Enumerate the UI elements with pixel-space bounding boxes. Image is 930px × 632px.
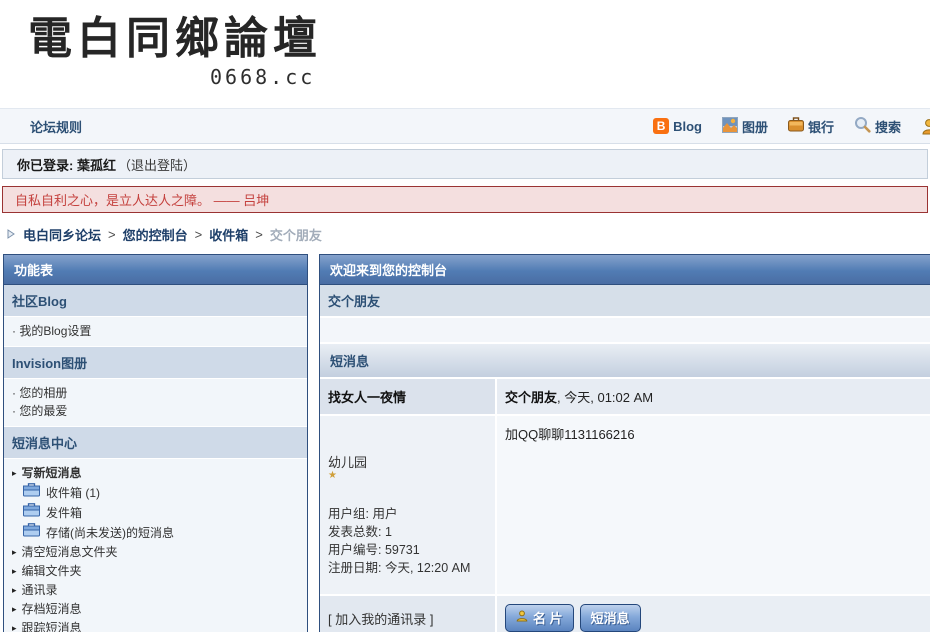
nav-search-label: 搜索 xyxy=(875,117,901,136)
action-buttons-cell: 名 片 短消息 xyxy=(497,596,930,632)
breadcrumb-inbox[interactable]: 收件箱 xyxy=(209,225,248,244)
sidebar-item-your-albums[interactable]: 您的相册 xyxy=(12,384,299,402)
nav-gallery-link[interactable]: 图册 xyxy=(722,117,768,136)
members-icon-partial[interactable] xyxy=(921,118,930,135)
sidebar-group-invision-gallery: 您的相册 您的最爱 xyxy=(4,379,307,426)
empty-row xyxy=(320,318,930,344)
rank-star-icon: ★ xyxy=(328,471,487,481)
add-contact-cell: [ 加入我的通讯录 ] xyxy=(320,596,497,632)
magnifier-icon xyxy=(854,116,871,136)
navbar-right-links: B Blog 图册 银行 搜索 xyxy=(653,116,930,136)
message-actions-row: [ 加入我的通讯录 ] 名 片 短消息 xyxy=(320,594,930,632)
sidebar-group-pm-center: 写新短消息 收件箱 (1) 发件箱 存储(尚未发送)的短消息 清空短消息文件夹 … xyxy=(4,459,307,632)
breadcrumb-forum-home[interactable]: 电白同乡论坛 xyxy=(23,225,101,244)
message-meta: 交个朋友, 今天, 01:02 AM xyxy=(497,379,930,414)
sender-registered: 注册日期: 今天, 12:20 AM xyxy=(328,559,487,577)
sidebar-item-compose-pm[interactable]: 写新短消息 xyxy=(12,464,299,483)
message-topic-bar: 交个朋友 xyxy=(320,285,930,318)
login-status-bar: 你已登录: 葉孤红 （退出登陆） xyxy=(2,149,928,179)
quote-text: 自私自利之心，是立人达人之障。 —— 吕坤 xyxy=(15,190,269,209)
content-area: 功能表 社区Blog 我的Blog设置 Invision图册 您的相册 您的最爱… xyxy=(3,254,930,632)
breadcrumb-separator: > xyxy=(108,227,116,242)
message-topic-link[interactable]: 交个朋友 xyxy=(505,390,557,405)
main-panel-title: 欢迎来到您的控制台 xyxy=(320,255,930,285)
gallery-icon xyxy=(722,117,738,136)
nav-bank-label: 银行 xyxy=(808,117,834,136)
sidebar-group-community-blog: 我的Blog设置 xyxy=(4,317,307,346)
nav-blog-link[interactable]: B Blog xyxy=(653,118,702,134)
site-domain: 0668.cc xyxy=(210,65,930,89)
sidebar-item-your-favorites[interactable]: 您的最爱 xyxy=(12,402,299,420)
person-icon xyxy=(516,610,528,625)
nav-blog-label: Blog xyxy=(673,119,702,134)
breadcrumb: 电白同乡论坛 > 您的控制台 > 收件箱 > 交个朋友 xyxy=(6,225,930,243)
message-date: , 今天, 01:02 AM xyxy=(557,390,653,405)
nav-bank-link[interactable]: 银行 xyxy=(788,117,834,136)
sidebar-item-saved-unsent[interactable]: 存储(尚未发送)的短消息 xyxy=(12,523,299,543)
sidebar-item-archived-pm[interactable]: 存档短消息 xyxy=(12,600,299,619)
sender-info-cell: 幼儿园 ★ 用户组: 用户 发表总数: 1 用户编号: 59731 注册日期: … xyxy=(320,416,497,594)
briefcase-icon xyxy=(788,117,804,135)
sender-posts: 发表总数: 1 xyxy=(328,523,487,541)
breadcrumb-separator: > xyxy=(255,227,263,242)
sidebar-item-tracked-pm[interactable]: 跟踪短消息 xyxy=(12,619,299,632)
nav-search-link[interactable]: 搜索 xyxy=(854,116,901,136)
sender-profile: 用户组: 用户 发表总数: 1 用户编号: 59731 注册日期: 今天, 12… xyxy=(328,505,487,577)
folder-icon xyxy=(23,503,40,523)
breadcrumb-current-page: 交个朋友 xyxy=(270,225,322,244)
site-header: 電白同鄉論壇 0668.cc xyxy=(0,0,930,108)
blogger-icon: B xyxy=(653,118,669,134)
sidebar-menu: 功能表 社区Blog 我的Blog设置 Invision图册 您的相册 您的最爱… xyxy=(3,254,308,632)
sidebar-section-community-blog: 社区Blog xyxy=(4,285,307,317)
top-navbar: 论坛规则 B Blog 图册 银行 搜 xyxy=(0,108,930,144)
sidebar-section-invision-gallery: Invision图册 xyxy=(4,346,307,379)
message-body-text: 加QQ聊聊1131166216 xyxy=(497,416,930,594)
logout-link[interactable]: （退出登陆） xyxy=(118,155,196,174)
forum-page: 電白同鄉論壇 0668.cc 论坛规则 B Blog 图册 银行 xyxy=(0,0,930,632)
sidebar-item-address-book[interactable]: 通讯录 xyxy=(12,581,299,600)
nav-gallery-label: 图册 xyxy=(742,117,768,136)
profile-card-button[interactable]: 名 片 xyxy=(505,604,574,632)
quote-banner: 自私自利之心，是立人达人之障。 —— 吕坤 xyxy=(2,186,928,213)
site-logo[interactable]: 電白同鄉論壇 0668.cc xyxy=(28,14,930,89)
sidebar-item-my-blog-settings[interactable]: 我的Blog设置 xyxy=(12,322,299,340)
message-body-row: 幼儿园 ★ 用户组: 用户 发表总数: 1 用户编号: 59731 注册日期: … xyxy=(320,414,930,594)
sender-group: 用户组: 用户 xyxy=(328,505,487,523)
sidebar-item-empty-folders[interactable]: 清空短消息文件夹 xyxy=(12,543,299,562)
sender-uid: 用户编号: 59731 xyxy=(328,541,487,559)
breadcrumb-arrow-icon xyxy=(6,227,16,242)
folder-icon xyxy=(23,523,40,543)
pm-section-title: 短消息 xyxy=(320,344,930,377)
message-subject: 找女人一夜情 xyxy=(320,379,497,414)
control-panel-main: 欢迎来到您的控制台 交个朋友 短消息 找女人一夜情 交个朋友, 今天, 01:0… xyxy=(319,254,930,632)
login-status-text: 你已登录: 葉孤红 xyxy=(17,155,116,174)
send-pm-button[interactable]: 短消息 xyxy=(580,604,641,632)
breadcrumb-separator: > xyxy=(195,227,203,242)
site-title: 電白同鄉論壇 xyxy=(28,14,930,65)
breadcrumb-control-panel[interactable]: 您的控制台 xyxy=(123,225,188,244)
sidebar-item-edit-folders[interactable]: 编辑文件夹 xyxy=(12,562,299,581)
sidebar-section-pm-center: 短消息中心 xyxy=(4,426,307,459)
nav-forum-rules-link[interactable]: 论坛规则 xyxy=(30,117,82,136)
add-contact-link[interactable]: [ 加入我的通讯录 ] xyxy=(328,609,433,628)
sidebar-title: 功能表 xyxy=(4,255,307,285)
folder-icon xyxy=(23,483,40,503)
sidebar-item-sent-box[interactable]: 发件箱 xyxy=(12,503,299,523)
message-header-row: 找女人一夜情 交个朋友, 今天, 01:02 AM xyxy=(320,377,930,414)
sender-name-link[interactable]: 幼儿园 xyxy=(328,452,487,471)
sidebar-item-inbox[interactable]: 收件箱 (1) xyxy=(12,483,299,503)
